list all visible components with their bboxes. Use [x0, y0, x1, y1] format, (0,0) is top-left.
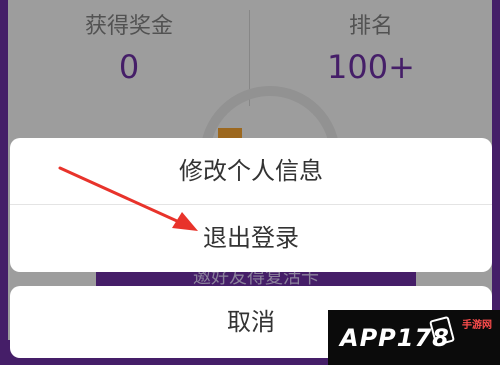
- watermark-brand: APP178: [340, 324, 450, 352]
- action-sheet: 修改个人信息 退出登录: [10, 138, 492, 272]
- app178-watermark-logo: 手游网 APP178: [328, 310, 500, 365]
- edit-profile-option[interactable]: 修改个人信息: [10, 138, 492, 204]
- watermark-site: 手游网: [462, 320, 492, 331]
- logout-option[interactable]: 退出登录: [10, 205, 492, 271]
